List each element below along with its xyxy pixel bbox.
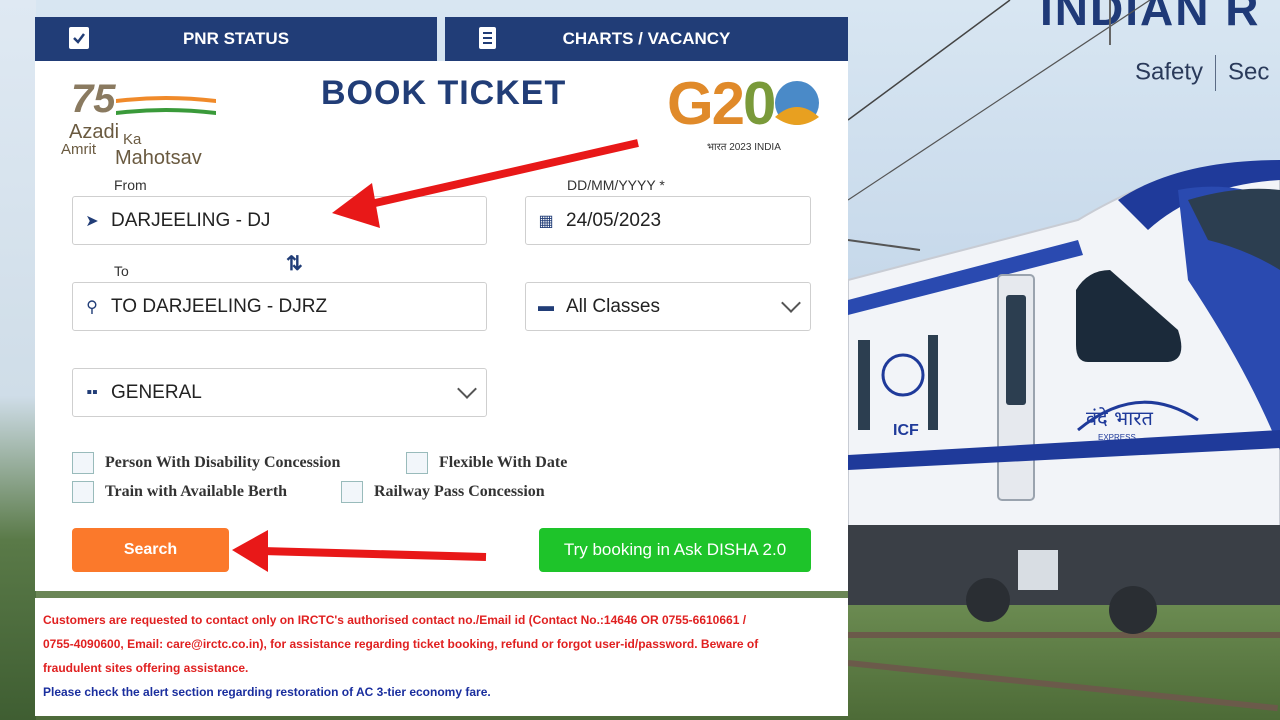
- g20-text: G20: [667, 69, 776, 138]
- from-station-value: DARJEELING - DJ: [111, 209, 271, 231]
- search-button[interactable]: Search: [72, 528, 229, 572]
- logo-word: Amrit: [61, 141, 96, 158]
- disability-concession-checkbox[interactable]: [72, 452, 94, 474]
- quota-select[interactable]: ▪▪ GENERAL: [72, 368, 487, 417]
- g20-subtext: भारत 2023 INDIA: [707, 142, 781, 153]
- notice-line: Customers are requested to contact only …: [43, 613, 747, 627]
- briefcase-icon: ▬: [538, 297, 554, 315]
- tab-pnr-status[interactable]: PNR STATUS: [35, 17, 437, 61]
- flexible-date-checkbox[interactable]: [406, 452, 428, 474]
- azadi-ka-amrit-mahotsav-logo: 75 Azadi Ka Amrit Mahotsav: [61, 77, 231, 173]
- lotus-globe-icon: [775, 81, 819, 125]
- tricolor-flag-icon: [116, 96, 216, 115]
- quota-select-value: GENERAL: [111, 381, 202, 403]
- g20-logo: G20 भारत 2023 INDIA: [667, 69, 832, 159]
- logo-word: Mahotsav: [115, 147, 202, 169]
- notice-line: fraudulent sites offering assistance.: [43, 661, 249, 675]
- checkbox-label: Flexible With Date: [439, 454, 568, 471]
- page-title: BOOK TICKET: [321, 74, 567, 112]
- chevron-down-icon: [457, 379, 477, 399]
- checkbox-label: Person With Disability Concession: [105, 454, 341, 471]
- train-sub-text: EXPRESS: [1098, 433, 1136, 442]
- to-label: To: [114, 263, 129, 279]
- railway-pass-checkbox[interactable]: [341, 481, 363, 503]
- ask-disha-button[interactable]: Try booking in Ask DISHA 2.0: [539, 528, 811, 572]
- from-station-input[interactable]: ➤ DARJEELING - DJ: [72, 196, 487, 245]
- journey-date-value: 24/05/2023: [566, 209, 662, 231]
- checkbox-label: Train with Available Berth: [105, 483, 288, 500]
- date-label: DD/MM/YYYY *: [567, 177, 665, 193]
- clipboard-check-icon: [69, 27, 89, 49]
- class-select[interactable]: ▬ All Classes: [525, 282, 811, 331]
- book-ticket-card: 75 Azadi Ka Amrit Mahotsav BOOK TICKET G…: [35, 61, 848, 591]
- from-label: From: [114, 177, 147, 193]
- train-illustration: ICF वंदे भारत EXPRESS: [848, 160, 1280, 634]
- journey-date-input[interactable]: ▦ 24/05/2023: [525, 196, 811, 245]
- logo-word: Ka: [123, 131, 142, 148]
- calendar-icon: ▦: [538, 212, 554, 230]
- map-pin-icon: ⚲: [86, 298, 98, 316]
- contact-notice: Customers are requested to contact only …: [35, 598, 848, 716]
- navigation-arrow-icon: ➤: [85, 212, 99, 230]
- tab-label: CHARTS / VACANCY: [562, 29, 731, 48]
- notice-line: 0755-4090600, Email: care@irctc.co.in), …: [43, 637, 759, 651]
- tab-charts-vacancy[interactable]: CHARTS / VACANCY: [445, 17, 848, 61]
- checkbox-label: Railway Pass Concession: [374, 483, 545, 500]
- swap-stations-icon[interactable]: ⇅: [286, 251, 303, 276]
- available-berth-checkbox[interactable]: [72, 481, 94, 503]
- g20-letters: G2: [667, 70, 745, 137]
- train-emblem-text: ICF: [893, 422, 919, 439]
- to-station-input[interactable]: ⚲ TO DARJEELING - DJRZ: [72, 282, 487, 331]
- class-select-value: All Classes: [566, 295, 660, 317]
- notice-alert-line: Please check the alert section regarding…: [43, 685, 491, 699]
- chevron-down-icon: [781, 293, 801, 313]
- to-station-value: TO DARJEELING - DJRZ: [111, 295, 328, 317]
- logo-number: 75: [71, 77, 116, 121]
- tab-label: PNR STATUS: [182, 29, 290, 48]
- grid-icon: ▪▪: [86, 383, 98, 401]
- document-list-icon: [479, 27, 496, 49]
